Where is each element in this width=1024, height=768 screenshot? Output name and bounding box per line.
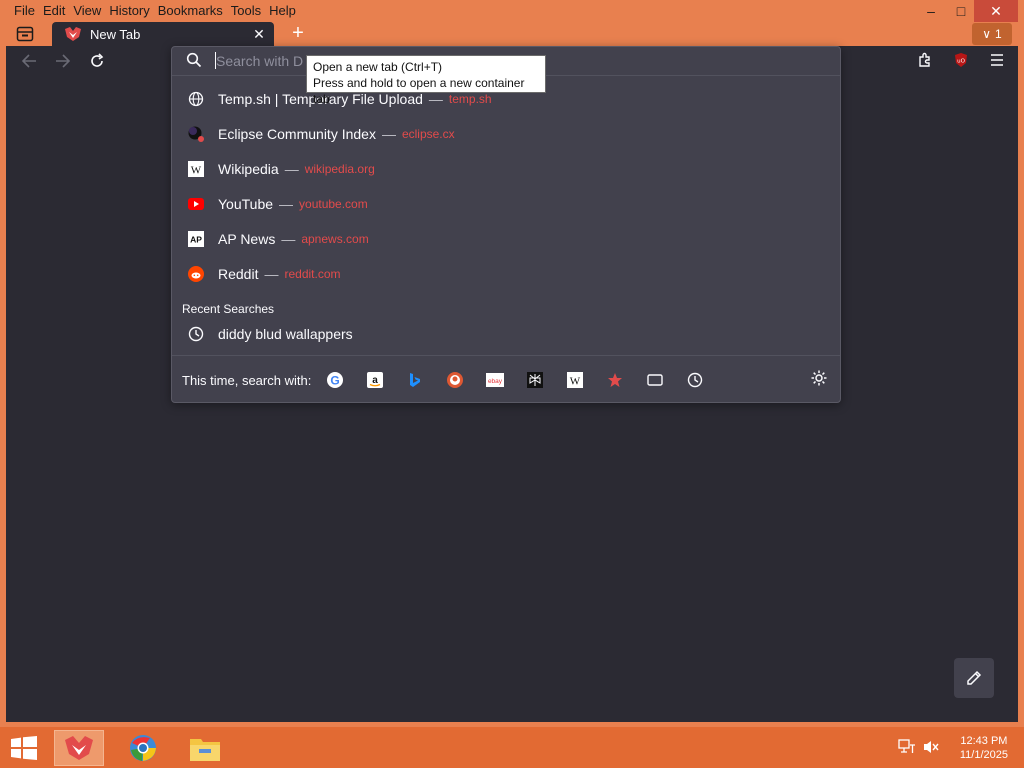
result-title: Eclipse Community Index xyxy=(218,126,376,142)
menu-bar: File Edit View History Bookmarks Tools H… xyxy=(6,0,1018,22)
svg-text:a: a xyxy=(373,375,379,386)
result-row[interactable]: AP AP News — apnews.com xyxy=(172,222,840,256)
volume-muted-icon[interactable] xyxy=(922,739,940,755)
recent-search-row[interactable]: diddy blud wallappers xyxy=(172,317,840,351)
menu-file[interactable]: File xyxy=(10,3,39,18)
bookmarks-star-icon[interactable] xyxy=(605,370,625,390)
taskbar-chrome-app[interactable] xyxy=(118,730,168,766)
menu-view[interactable]: View xyxy=(69,3,105,18)
result-url: eclipse.cx xyxy=(401,127,455,141)
duckduckgo-icon[interactable] xyxy=(445,370,465,390)
taskbar-file-explorer-app[interactable] xyxy=(180,730,230,766)
apnews-icon: AP xyxy=(187,230,205,248)
menu-tools[interactable]: Tools xyxy=(227,3,265,18)
taskbar: 12:43 PM 11/1/2025 xyxy=(0,727,1024,768)
result-url: apnews.com xyxy=(301,232,369,246)
svg-text:uO: uO xyxy=(957,59,965,65)
history-clock-icon[interactable] xyxy=(685,370,705,390)
clock-time: 12:43 PM xyxy=(960,735,1008,747)
tab-manager-icon[interactable] xyxy=(12,23,38,45)
result-row[interactable]: Eclipse Community Index — eclipse.cx xyxy=(172,117,840,151)
result-title: AP News xyxy=(218,231,276,247)
svg-text:W: W xyxy=(191,165,202,177)
tab-close-icon[interactable]: ✕ xyxy=(248,26,270,43)
google-icon[interactable]: G xyxy=(325,370,345,390)
menu-list: File Edit View History Bookmarks Tools H… xyxy=(10,3,300,18)
minimize-button[interactable]: – xyxy=(914,0,948,22)
reddit-icon xyxy=(187,265,205,283)
clock-date: 11/1/2025 xyxy=(959,749,1008,761)
all-tabs-button[interactable]: ∨ 1 xyxy=(972,23,1012,45)
svg-text:W: W xyxy=(570,376,581,388)
new-tab-button[interactable]: + xyxy=(288,23,308,44)
tab-title: New Tab xyxy=(90,26,141,42)
one-off-divider xyxy=(172,355,840,356)
perplexity-icon[interactable] xyxy=(525,370,545,390)
menu-help[interactable]: Help xyxy=(265,3,300,18)
ebay-icon[interactable]: ebay xyxy=(485,370,505,390)
back-icon[interactable] xyxy=(18,50,40,72)
result-separator: — xyxy=(281,231,296,247)
browser-logo-icon xyxy=(64,27,82,41)
wikipedia-search-icon[interactable]: W xyxy=(565,370,585,390)
new-tab-tooltip: Open a new tab (Ctrl+T) Press and hold t… xyxy=(306,55,546,106)
search-settings-gear-icon[interactable] xyxy=(810,369,830,389)
clock-icon xyxy=(187,325,205,343)
eclipse-icon xyxy=(187,125,205,143)
one-off-search-bar: This time, search with: G a ebay W xyxy=(172,363,840,397)
result-row[interactable]: YouTube — youtube.com xyxy=(172,187,840,221)
tab-new-tab[interactable]: New Tab ✕ xyxy=(52,22,274,46)
tab-strip: New Tab ✕ + ∨ 1 xyxy=(6,22,1018,46)
reload-icon[interactable] xyxy=(86,50,108,72)
result-url: reddit.com xyxy=(284,267,341,281)
menu-edit[interactable]: Edit xyxy=(39,3,69,18)
ublock-icon[interactable]: uO xyxy=(950,50,972,70)
result-url: youtube.com xyxy=(299,197,368,211)
taskbar-clock[interactable]: 12:43 PM 11/1/2025 xyxy=(960,734,1008,762)
edit-pencil-button[interactable] xyxy=(954,658,994,698)
recent-search-text: diddy blud wallappers xyxy=(218,326,353,342)
result-title: YouTube xyxy=(218,196,274,212)
close-window-button[interactable]: ✕ xyxy=(974,0,1018,22)
network-icon[interactable] xyxy=(898,739,916,755)
svg-text:G: G xyxy=(331,374,340,388)
maximize-button[interactable]: □ xyxy=(944,0,978,22)
result-row[interactable]: W Wikipedia — wikipedia.org xyxy=(172,152,840,186)
forward-icon[interactable] xyxy=(52,50,74,72)
bing-icon[interactable] xyxy=(405,370,425,390)
menu-history[interactable]: History xyxy=(105,3,153,18)
tooltip-line-1: Open a new tab (Ctrl+T) xyxy=(313,60,443,74)
windows-start-icon[interactable] xyxy=(10,736,38,760)
result-separator: — xyxy=(279,196,294,212)
svg-text:ebay: ebay xyxy=(488,378,503,385)
globe-icon xyxy=(187,90,205,108)
amazon-icon[interactable]: a xyxy=(365,370,385,390)
result-separator: — xyxy=(381,126,396,142)
youtube-icon xyxy=(187,195,205,213)
hamburger-menu-icon[interactable] xyxy=(986,50,1008,70)
tooltip-line-2: Press and hold to open a new container t… xyxy=(313,76,525,106)
tabs-icon[interactable] xyxy=(645,370,665,390)
urlbar-input[interactable]: Search with D xyxy=(216,53,303,69)
result-title: Wikipedia xyxy=(218,161,279,177)
one-off-label: This time, search with: xyxy=(182,372,312,388)
result-url: wikipedia.org xyxy=(304,162,375,176)
menu-bookmarks[interactable]: Bookmarks xyxy=(154,3,227,18)
result-separator: — xyxy=(264,266,279,282)
svg-text:AP: AP xyxy=(190,235,202,245)
result-separator: — xyxy=(284,161,299,177)
recent-searches-label: Recent Searches xyxy=(182,302,275,316)
result-row[interactable]: Reddit — reddit.com xyxy=(172,257,840,291)
wikipedia-icon: W xyxy=(187,160,205,178)
chevron-down-icon: ∨ xyxy=(982,27,992,41)
taskbar-browser-app[interactable] xyxy=(54,730,104,766)
result-title: Reddit xyxy=(218,266,259,282)
search-icon xyxy=(186,52,204,70)
extensions-icon[interactable] xyxy=(914,50,936,70)
tab-count: 1 xyxy=(995,27,1002,41)
